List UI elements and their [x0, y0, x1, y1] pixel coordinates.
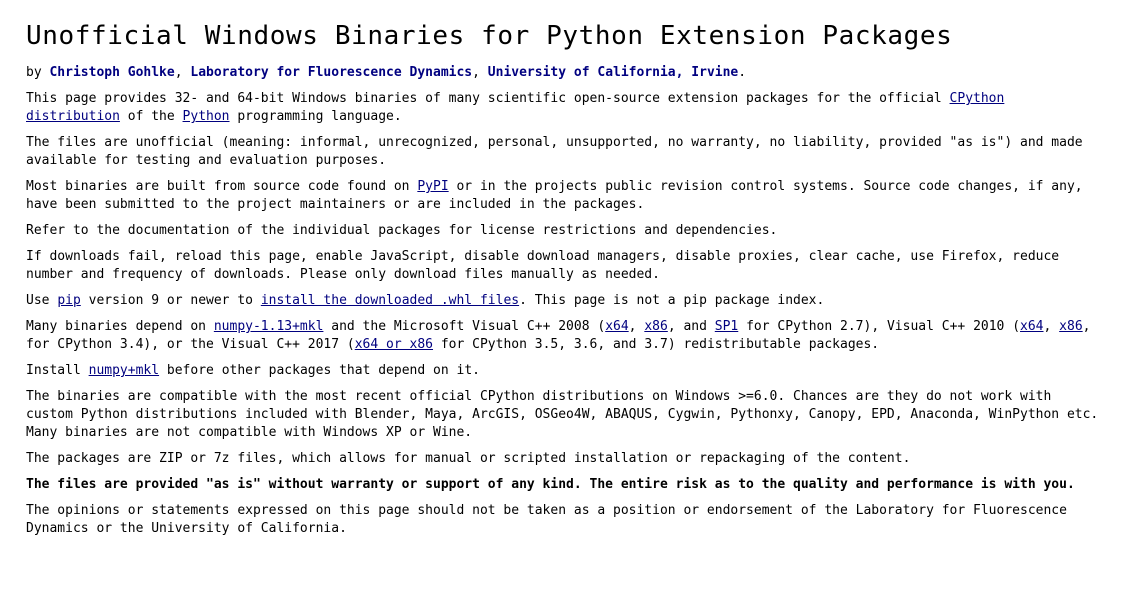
vc2008-x86-link[interactable]: x86 [644, 319, 667, 334]
text: Many binaries depend on [26, 319, 214, 334]
numpy-mkl-link[interactable]: numpy+mkl [89, 363, 159, 378]
warranty-disclaimer: The files are provided "as is" without w… [26, 477, 1075, 492]
text: Install [26, 363, 89, 378]
byline-prefix: by [26, 65, 50, 80]
byline-separator: , [174, 65, 191, 80]
python-link[interactable]: Python [183, 109, 230, 124]
text: programming language. [229, 109, 402, 124]
text: version 9 or newer to [80, 293, 261, 308]
text: and the Microsoft Visual C++ 2008 ( [323, 319, 606, 334]
byline-end: . [738, 65, 747, 80]
text: This page provides 32- and 64-bit Window… [26, 91, 950, 106]
vc2008-sp1-link[interactable]: SP1 [715, 319, 738, 334]
pypi-link[interactable]: PyPI [417, 179, 448, 194]
text: for CPython 2.7), Visual C++ 2010 ( [738, 319, 1021, 334]
author-lab: Laboratory for Fluorescence Dynamics [190, 65, 473, 80]
text: Use [26, 293, 58, 308]
unofficial-paragraph: The files are unofficial (meaning: infor… [26, 135, 1083, 168]
vc2017-link[interactable]: x64 or x86 [355, 337, 433, 352]
dependencies-paragraph: Many binaries depend on numpy-1.13+mkl a… [26, 318, 1106, 354]
page-title: Unofficial Windows Binaries for Python E… [26, 21, 953, 51]
install-whl-link[interactable]: install the downloaded .whl files [261, 293, 519, 308]
intro-paragraph: This page provides 32- and 64-bit Window… [26, 90, 1106, 126]
text: , [1043, 319, 1060, 334]
vc2008-x64-link[interactable]: x64 [605, 319, 628, 334]
vc2010-x64-link[interactable]: x64 [1020, 319, 1043, 334]
byline: by Christoph Gohlke, Laboratory for Fluo… [26, 64, 1106, 82]
vc2010-x86-link[interactable]: x86 [1059, 319, 1082, 334]
text: . This page is not a pip package index. [519, 293, 825, 308]
compatibility-paragraph: The binaries are compatible with the mos… [26, 389, 1099, 440]
text: of the [119, 109, 183, 124]
page-content: Unofficial Windows Binaries for Python E… [0, 0, 1106, 538]
text: , [628, 319, 645, 334]
byline-separator: , [472, 65, 488, 80]
install-numpy-paragraph: Install numpy+mkl before other packages … [26, 362, 1106, 380]
packages-format-paragraph: The packages are ZIP or 7z files, which … [26, 451, 911, 466]
text: before other packages that depend on it. [159, 363, 480, 378]
numpy-mkl-version-link[interactable]: numpy-1.13+mkl [214, 319, 324, 334]
license-paragraph: Refer to the documentation of the indivi… [26, 223, 778, 238]
download-tips-paragraph: If downloads fail, reload this page, ena… [26, 249, 1060, 282]
text: for CPython 3.5, 3.6, and 3.7) redistrib… [433, 337, 880, 352]
author-name: Christoph Gohlke [49, 65, 175, 80]
pip-paragraph: Use pip version 9 or newer to install th… [26, 292, 1106, 310]
text: Most binaries are built from source code… [26, 179, 418, 194]
pip-link[interactable]: pip [57, 293, 80, 308]
text: , and [667, 319, 715, 334]
opinions-disclaimer: The opinions or statements expressed on … [26, 503, 1067, 536]
source-paragraph: Most binaries are built from source code… [26, 178, 1106, 214]
author-university: University of California, Irvine [487, 65, 739, 80]
